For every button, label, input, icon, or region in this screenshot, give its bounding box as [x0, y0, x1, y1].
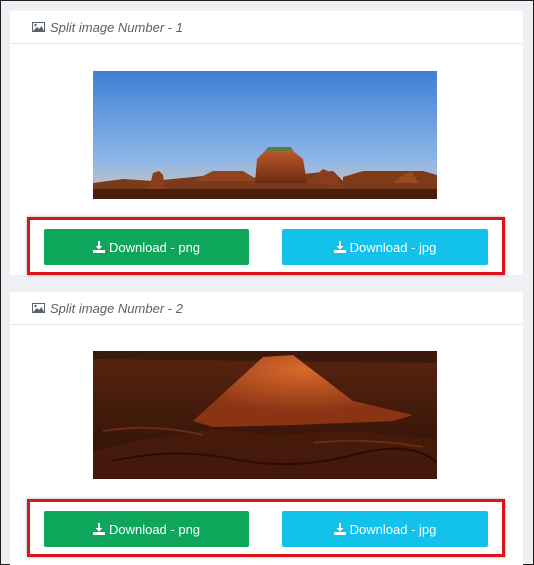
panel-title: Split image Number - 1 [50, 19, 183, 35]
download-png-label: Download - png [108, 521, 201, 537]
image-icon [32, 22, 45, 32]
split-image-2 [93, 351, 437, 479]
download-png-label: Download - png [108, 239, 201, 255]
download-png-button[interactable]: Download - png [44, 511, 249, 547]
download-png-button[interactable]: Download - png [44, 229, 249, 265]
download-icon [333, 241, 346, 253]
split-image-1 [93, 71, 437, 199]
panel-header: Split image Number - 2 [10, 292, 523, 325]
panel-header: Split image Number - 1 [10, 11, 523, 44]
download-jpg-label: Download - jpg [349, 521, 437, 537]
split-image-panel-1: Split image Number - 1 Download - png Do… [10, 11, 523, 275]
download-jpg-label: Download - jpg [349, 239, 437, 255]
panel-title: Split image Number - 2 [50, 300, 183, 316]
download-jpg-button[interactable]: Download - jpg [282, 229, 488, 265]
download-icon [333, 523, 346, 535]
split-image-panel-2: Split image Number - 2 Download - png Do… [10, 292, 523, 565]
download-jpg-button[interactable]: Download - jpg [282, 511, 488, 547]
download-buttons-highlight: Download - png Download - jpg [27, 217, 505, 275]
download-icon [92, 241, 105, 253]
image-icon [32, 303, 45, 313]
download-icon [92, 523, 105, 535]
download-buttons-highlight: Download - png Download - jpg [27, 499, 505, 557]
